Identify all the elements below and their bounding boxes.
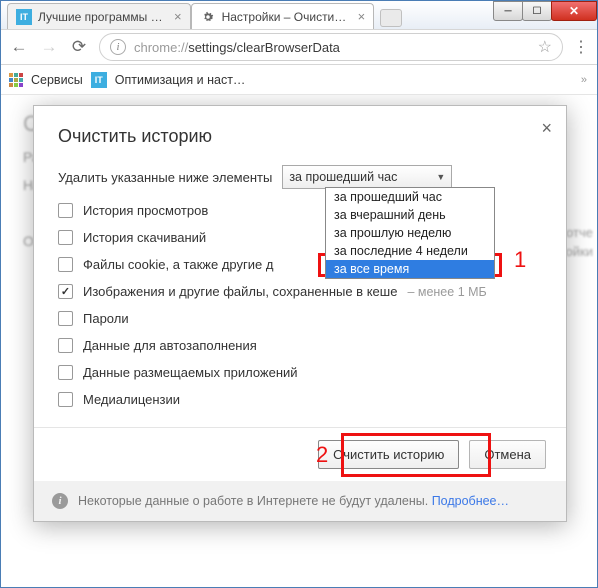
favicon-gear-icon [200, 9, 216, 25]
clear-history-dialog: × Очистить историю Удалить указанные ниж… [33, 105, 567, 522]
time-range-label: Удалить указанные ниже элементы [58, 170, 272, 185]
time-range-row: Удалить указанные ниже элементы за проше… [58, 165, 542, 189]
checkbox-label: Пароли [83, 311, 129, 326]
dropdown-option[interactable]: за последние 4 недели [326, 242, 494, 260]
page-content: Ch Ра На О и отче тройки × Очистить исто… [1, 95, 597, 587]
dropdown-option-selected[interactable]: за все время [326, 260, 494, 278]
tab-1[interactable]: IT Лучшие программы дл… × [7, 3, 191, 29]
url-scheme: chrome:// [134, 40, 188, 55]
window-titlebar: IT Лучшие программы дл… × Настройки – Оч… [1, 1, 597, 29]
checkbox-checked-icon[interactable] [58, 284, 73, 299]
checkbox-label: Данные размещаемых приложений [83, 365, 298, 380]
checkbox-label: История скачиваний [83, 230, 206, 245]
site-info-icon[interactable]: i [110, 39, 126, 55]
url-path: settings/clearBrowserData [188, 40, 340, 55]
checkbox-row[interactable]: Данные для автозаполнения [58, 338, 542, 353]
dropdown-option[interactable]: за прошлую неделю [326, 224, 494, 242]
dropdown-option[interactable]: за прошедший час [326, 188, 494, 206]
checkbox-icon[interactable] [58, 365, 73, 380]
bookmark-it-icon: IT [91, 72, 107, 88]
checkbox-hint: – менее 1 МБ [407, 285, 486, 299]
dialog-title: Очистить историю [58, 126, 542, 147]
learn-more-link[interactable]: Подробнее… [432, 494, 509, 508]
time-range-select[interactable]: за прошедший час ▼ [282, 165, 452, 189]
checkbox-icon[interactable] [58, 203, 73, 218]
annotation-number-1: 1 [514, 247, 526, 273]
cancel-button[interactable]: Отмена [469, 440, 546, 469]
new-tab-button[interactable] [380, 9, 402, 27]
browser-toolbar: ← → ⟳ i chrome://settings/clearBrowserDa… [1, 29, 597, 65]
tab-title: Настройки – Очистить и… [222, 10, 348, 24]
bookmarks-bar: Сервисы IT Оптимизация и наст… » [1, 65, 597, 95]
dialog-info-note: i Некоторые данные о работе в Интернете … [34, 481, 566, 521]
checkbox-icon[interactable] [58, 257, 73, 272]
checkbox-label: Данные для автозаполнения [83, 338, 257, 353]
checkbox-label: Изображения и другие файлы, сохраненные … [83, 284, 397, 299]
bookmarks-overflow-icon[interactable]: » [581, 74, 587, 86]
checkbox-row[interactable]: Пароли [58, 311, 542, 326]
browser-window: IT Лучшие программы дл… × Настройки – Оч… [0, 0, 598, 588]
reload-icon[interactable]: ⟳ [69, 37, 89, 57]
time-range-dropdown: за прошедший час за вчерашний день за пр… [325, 187, 495, 279]
checkbox-icon[interactable] [58, 338, 73, 353]
tab-title: Лучшие программы дл… [38, 10, 164, 24]
checkbox-icon[interactable] [58, 230, 73, 245]
note-text: Некоторые данные о работе в Интернете не… [78, 494, 509, 508]
chevron-down-icon: ▼ [436, 172, 445, 182]
checkbox-icon[interactable] [58, 392, 73, 407]
back-icon[interactable]: ← [9, 37, 29, 57]
dropdown-option[interactable]: за вчерашний день [326, 206, 494, 224]
checkbox-row[interactable]: Изображения и другие файлы, сохраненные … [58, 284, 542, 299]
favicon-it-icon: IT [16, 9, 32, 25]
tab-2-active[interactable]: Настройки – Очистить и… × [191, 3, 375, 29]
checkbox-label: Файлы cookie, а также другие д [83, 257, 273, 272]
checkbox-label: Медиалицензии [83, 392, 180, 407]
window-controls: ─ ☐ ✕ [494, 1, 597, 21]
dialog-footer: 2 Очистить историю Отмена [34, 427, 566, 481]
checkbox-row[interactable]: Данные размещаемых приложений [58, 365, 542, 380]
close-window-button[interactable]: ✕ [551, 1, 597, 21]
clear-history-button[interactable]: Очистить историю [318, 440, 459, 469]
checkbox-row[interactable]: Медиалицензии [58, 392, 542, 407]
annotation-number-2: 2 [316, 442, 328, 468]
info-icon: i [52, 493, 68, 509]
maximize-button[interactable]: ☐ [522, 1, 552, 21]
select-value: за прошедший час [289, 170, 397, 184]
bookmark-item-1[interactable]: Оптимизация и наст… [115, 73, 246, 87]
checkbox-label: История просмотров [83, 203, 208, 218]
forward-icon: → [39, 37, 59, 57]
apps-grid-icon[interactable] [9, 73, 23, 87]
minimize-button[interactable]: ─ [493, 1, 523, 21]
tab-strip: IT Лучшие программы дл… × Настройки – Оч… [7, 3, 402, 29]
close-tab-icon[interactable]: × [358, 9, 366, 24]
address-bar[interactable]: i chrome://settings/clearBrowserData ☆ [99, 33, 563, 61]
checkbox-icon[interactable] [58, 311, 73, 326]
dialog-close-icon[interactable]: × [541, 118, 552, 139]
menu-icon[interactable]: ⋮ [573, 37, 589, 57]
bookmark-apps-label[interactable]: Сервисы [31, 73, 83, 87]
close-tab-icon[interactable]: × [174, 9, 182, 24]
bookmark-star-icon[interactable]: ☆ [538, 37, 552, 57]
